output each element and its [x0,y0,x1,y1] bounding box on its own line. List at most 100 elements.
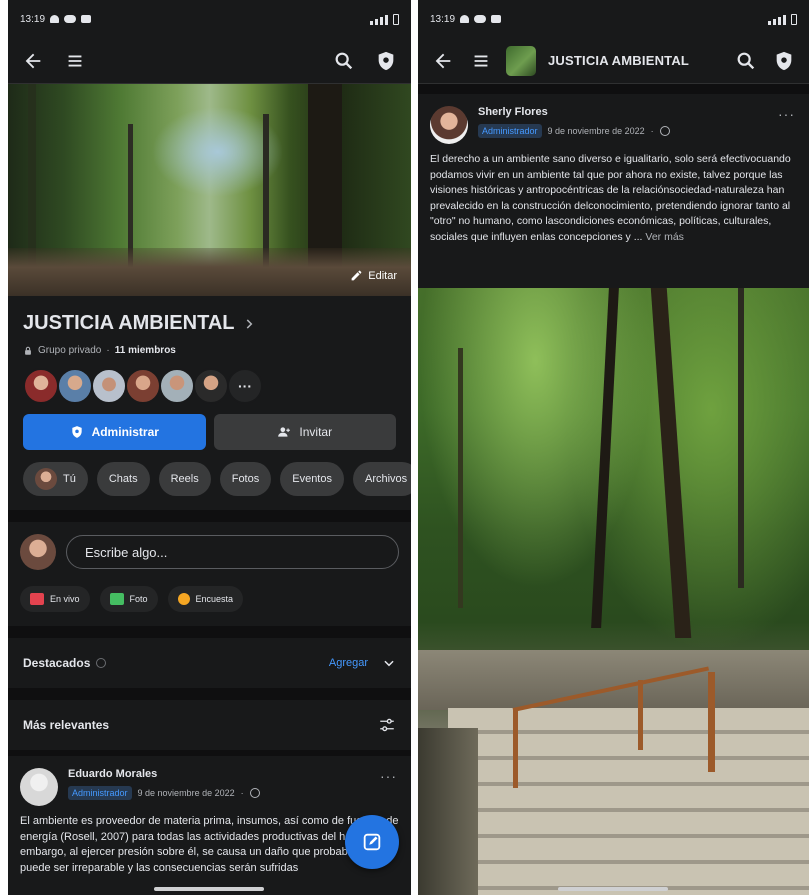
post-composer: Escribe algo... [8,522,411,580]
poll-button[interactable]: Encuesta [167,586,244,612]
more-options-icon[interactable]: ··· [778,106,795,122]
post-author[interactable]: Eduardo Morales [68,768,260,780]
chip-label: Archivos [364,473,408,485]
status-time: 13:19 [430,13,456,25]
menu-icon[interactable] [468,48,494,74]
back-arrow-icon[interactable] [430,48,456,74]
chip-chats[interactable]: Chats [96,462,150,496]
avatar [20,534,56,570]
manage-label: Administrar [91,425,159,439]
sort-row: Más relevantes [8,700,411,750]
info-icon[interactable] [96,658,107,668]
tab-chips: Tú Chats Reels Fotos Eventos Archivos [8,450,411,496]
see-more-link[interactable]: Ver más [645,231,684,243]
signal-icon [370,13,399,25]
chip-reels[interactable]: Reels [158,462,211,496]
status-bar: 13:19 [8,0,411,38]
more-options-icon[interactable]: ··· [380,768,397,784]
group-title: JUSTICIA AMBIENTAL [23,312,235,334]
status-time: 13:19 [20,13,46,25]
post-header: Eduardo Morales Administrador 9 de novie… [8,756,411,814]
group-thumbnail[interactable] [506,45,536,76]
divider [8,626,411,638]
compose-post-button[interactable] [345,815,399,869]
avatar[interactable] [193,368,229,404]
write-something-input[interactable]: Escribe algo... [66,535,399,569]
avatar[interactable] [57,368,93,404]
menu-icon[interactable] [62,48,88,74]
video-icon [30,593,44,605]
photo-label: Foto [129,594,148,604]
live-button[interactable]: En vivo [20,586,90,612]
composer-placeholder: Escribe algo... [85,544,168,560]
live-label: En vivo [50,594,80,604]
post-photo[interactable] [418,288,809,895]
member-avatars[interactable]: ··· [8,356,411,406]
chip-label: Eventos [292,473,332,485]
left-screen: 13:19 Editar JUSTICIA AMBIENTAL Grupo pr… [8,0,411,895]
avatar[interactable] [159,368,195,404]
filter-icon[interactable] [378,716,396,734]
invite-button[interactable]: Invitar [213,414,396,450]
chip-events[interactable]: Eventos [280,462,344,496]
sort-title: Más relevantes [23,718,110,732]
group-privacy: Grupo privado [38,345,102,356]
manage-button[interactable]: Administrar [23,414,206,450]
chip-you[interactable]: Tú [23,462,88,496]
post-header: Sherly Flores Administrador 9 de noviemb… [418,94,809,152]
bell-icon [50,15,60,23]
add-featured-link[interactable]: Agregar [329,657,368,669]
app-bar-title[interactable]: JUSTICIA AMBIENTAL [548,53,689,68]
group-title-row[interactable]: JUSTICIA AMBIENTAL [8,296,411,335]
divider [8,510,411,522]
post-text: El derecho a un ambiente sano diverso e … [430,153,791,243]
message-icon [81,15,92,23]
avatar[interactable] [125,368,161,404]
divider [8,688,411,700]
shield-icon [71,426,82,438]
avatar[interactable] [20,768,58,806]
shield-icon[interactable] [771,48,797,74]
shield-icon[interactable] [373,48,399,74]
edit-cover-button[interactable]: Editar [350,269,397,282]
composer-options: En vivo Foto Encuesta [8,580,411,626]
search-icon[interactable] [331,48,357,74]
search-icon[interactable] [733,48,759,74]
divider [418,84,809,94]
lock-icon [25,346,31,355]
go-icon [64,15,77,23]
chip-photos[interactable]: Fotos [219,462,272,496]
chevron-down-icon[interactable] [382,656,396,670]
chip-files[interactable]: Archivos [352,462,411,496]
avatar[interactable] [23,368,59,404]
avatar[interactable] [91,368,127,404]
app-bar [8,38,411,84]
go-icon [474,15,487,23]
more-members-icon[interactable]: ··· [227,368,263,404]
back-arrow-icon[interactable] [20,48,46,74]
photo-button[interactable]: Foto [99,586,158,612]
right-screen: 13:19 JUSTICIA AMBIENTAL Sherly Flores A… [418,0,809,895]
featured-row: Destacados Agregar [8,638,411,688]
gesture-bar [558,887,668,891]
poll-label: Encuesta [195,594,234,604]
post-author[interactable]: Sherly Flores [478,106,670,118]
pencil-icon [351,270,362,281]
status-bar: 13:19 [418,0,809,38]
admin-badge: Administrador [478,124,542,138]
bell-icon [460,15,470,23]
avatar[interactable] [430,106,468,144]
battery-icon [393,13,399,25]
cover-photo: Editar [8,84,411,296]
avatar [35,468,57,490]
add-person-icon [278,427,291,437]
signal-icon [768,13,797,25]
battery-icon [791,13,797,25]
chip-label: Fotos [231,473,260,485]
globe-icon [249,788,260,798]
poll-icon [177,593,190,605]
chip-label: Chats [108,473,138,485]
photo-icon [109,593,124,605]
edit-label: Editar [368,269,397,282]
edit-icon [363,833,381,851]
